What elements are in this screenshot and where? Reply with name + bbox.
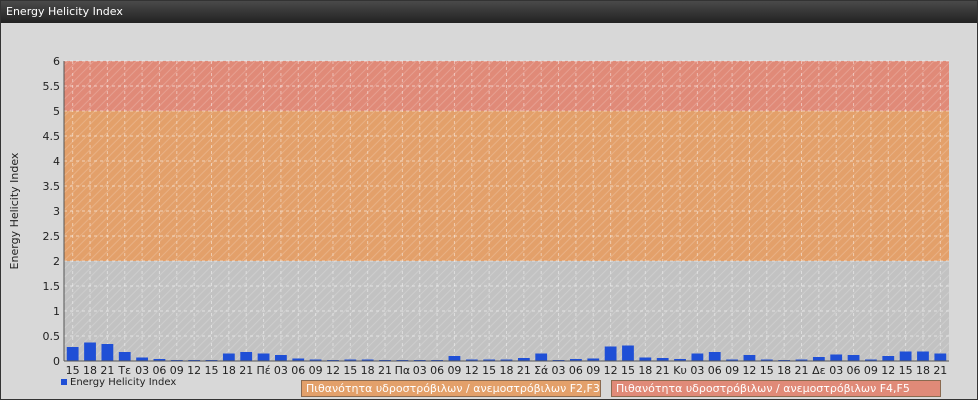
x-tick-label: 09 bbox=[309, 364, 323, 377]
x-tick-label: 06 bbox=[569, 364, 583, 377]
bar bbox=[604, 346, 617, 361]
x-tick-label: 18 bbox=[500, 364, 514, 377]
bar bbox=[240, 352, 253, 361]
x-tick-label: Σά bbox=[534, 364, 548, 377]
x-tick-label: 21 bbox=[795, 364, 809, 377]
x-tick-label: 06 bbox=[291, 364, 305, 377]
bar bbox=[222, 353, 235, 361]
x-tick-label: 15 bbox=[343, 364, 357, 377]
y-tick-label: 4 bbox=[53, 155, 60, 168]
x-tick-label: 21 bbox=[656, 364, 670, 377]
x-tick-label: 06 bbox=[847, 364, 861, 377]
y-axis-label: Energy Helicity Index bbox=[8, 152, 21, 269]
x-tick-label: 15 bbox=[899, 364, 913, 377]
x-tick-label: 03 bbox=[829, 364, 843, 377]
x-tick-label: 06 bbox=[430, 364, 444, 377]
chart-svg: 00.511.522.533.544.555.5615 18 21 Τε 03 06 09 1… bbox=[8, 55, 949, 377]
chart-window: Energy Helicity Index 0 0.5 1 1.5 2 2.5 3 3.5 4 4… bbox=[0, 0, 978, 400]
x-tick-label: 21 bbox=[100, 364, 114, 377]
x-tick-label: 06 bbox=[708, 364, 722, 377]
x-tick-label: 12 bbox=[326, 364, 340, 377]
zone-key-f4f5: Πιθανότητα υδροστρόβιλων / ανεμοστρόβιλω… bbox=[611, 380, 941, 397]
x-tick-label: 03 bbox=[135, 364, 149, 377]
bar bbox=[84, 342, 96, 361]
x-tick-label: Πα bbox=[395, 364, 411, 377]
bar bbox=[101, 344, 114, 361]
x-tick-label: 03 bbox=[552, 364, 566, 377]
bar bbox=[708, 352, 721, 361]
x-tick-label: 09 bbox=[447, 364, 461, 377]
y-tick-label: 3 bbox=[53, 205, 60, 218]
x-tick-label: 18 bbox=[83, 364, 97, 377]
bar bbox=[257, 353, 270, 361]
y-tick-label: 3.5 bbox=[43, 180, 61, 193]
x-tick-label: 18 bbox=[361, 364, 375, 377]
x-tick-label: 18 bbox=[222, 364, 236, 377]
y-tick-label: 0.5 bbox=[43, 330, 61, 343]
x-tick-label: 18 bbox=[916, 364, 930, 377]
x-tick-label: 06 bbox=[152, 364, 166, 377]
x-tick-label: 18 bbox=[638, 364, 652, 377]
bar bbox=[882, 356, 895, 361]
bar bbox=[847, 355, 860, 361]
bar bbox=[448, 356, 461, 361]
bar bbox=[743, 355, 756, 361]
x-tick-label: 21 bbox=[239, 364, 253, 377]
bar bbox=[136, 357, 148, 361]
x-tick-label: 09 bbox=[864, 364, 878, 377]
zone-key-f2f3: Πιθανότητα υδροστρόβιλων / ανεμοστρόβιλω… bbox=[301, 380, 601, 397]
x-tick-label: 21 bbox=[378, 364, 392, 377]
x-tick-label: 18 bbox=[777, 364, 791, 377]
x-tick-label: 21 bbox=[933, 364, 947, 377]
x-tick-label: Πέ bbox=[256, 364, 270, 377]
x-tick-label: 15 bbox=[205, 364, 219, 377]
bar bbox=[639, 357, 652, 361]
y-tick-label: 6 bbox=[53, 55, 60, 68]
y-tick-label: 0 bbox=[53, 355, 60, 368]
title-bar: Energy Helicity Index bbox=[1, 1, 977, 23]
y-tick-label: 2.5 bbox=[43, 230, 61, 243]
bar bbox=[934, 353, 947, 361]
y-tick-label: 5.5 bbox=[43, 80, 61, 93]
x-tick-label: 09 bbox=[170, 364, 184, 377]
legend-swatch bbox=[61, 379, 67, 385]
y-tick-label: 2 bbox=[53, 255, 60, 268]
x-tick-label: 15 bbox=[760, 364, 774, 377]
x-tick-label: 15 bbox=[621, 364, 635, 377]
chart-legend: Energy Helicity Index bbox=[61, 377, 176, 388]
bar bbox=[691, 353, 704, 361]
y-tick-label: 1.5 bbox=[43, 280, 61, 293]
x-tick-label: 12 bbox=[604, 364, 618, 377]
bar bbox=[812, 357, 825, 361]
bar bbox=[118, 352, 131, 361]
x-tick-label: 12 bbox=[465, 364, 479, 377]
bar bbox=[917, 351, 929, 361]
bar bbox=[830, 354, 843, 361]
x-tick-label: 12 bbox=[187, 364, 201, 377]
y-tick-label: 4.5 bbox=[43, 130, 61, 143]
x-tick-label: 09 bbox=[725, 364, 739, 377]
x-tick-label: 12 bbox=[742, 364, 756, 377]
x-tick-label: 03 bbox=[690, 364, 704, 377]
bar bbox=[275, 355, 287, 361]
x-tick-label: 03 bbox=[413, 364, 427, 377]
bar bbox=[622, 345, 634, 361]
x-tick-label: 12 bbox=[881, 364, 895, 377]
x-tick-label: Τε bbox=[117, 364, 131, 377]
bar bbox=[899, 351, 912, 361]
x-tick-label: 15 bbox=[66, 364, 80, 377]
y-tick-label: 5 bbox=[53, 105, 60, 118]
y-tick-label: 1 bbox=[53, 305, 60, 318]
x-tick-label: 15 bbox=[482, 364, 496, 377]
x-tick-label: 09 bbox=[586, 364, 600, 377]
x-tick-label: 21 bbox=[517, 364, 531, 377]
bar bbox=[535, 353, 548, 361]
bar bbox=[66, 347, 79, 361]
x-tick-label: Κυ bbox=[673, 364, 687, 377]
legend-label: Energy Helicity Index bbox=[70, 377, 177, 388]
x-tick-label: Δε bbox=[812, 364, 826, 377]
x-tick-label: 03 bbox=[274, 364, 288, 377]
chart-panel: 0 0.5 1 1.5 2 2.5 3 3.5 4 4.5 5 5.5 6 15 18 21 Τε 03 06 09 1… bbox=[3, 24, 975, 397]
window-title: Energy Helicity Index bbox=[6, 5, 123, 18]
